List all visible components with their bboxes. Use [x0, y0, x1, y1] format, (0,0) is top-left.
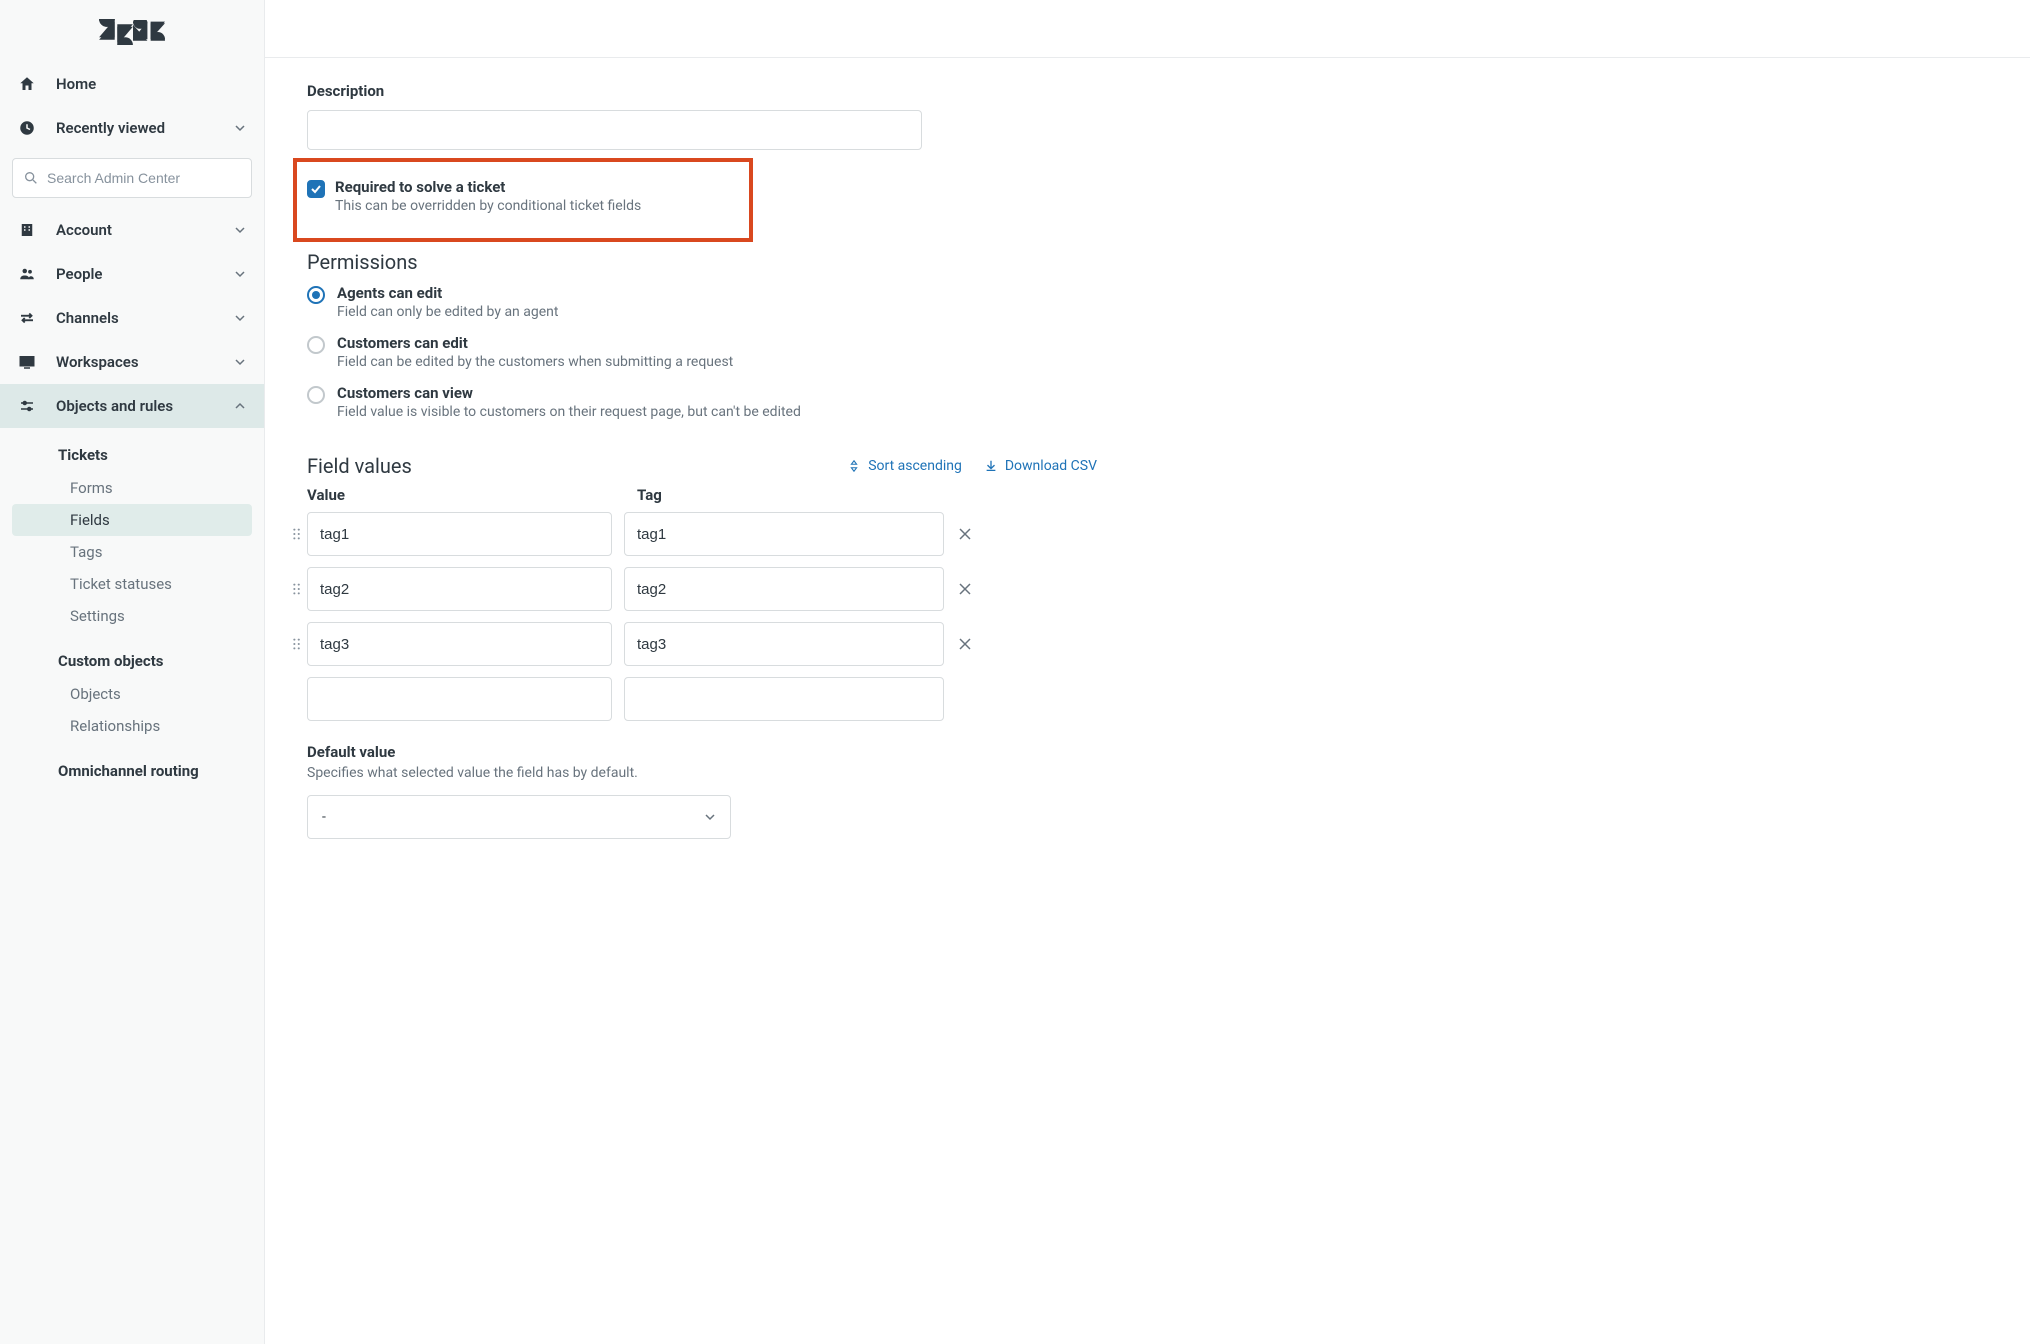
- radio-customers-edit-sub: Field can be edited by the customers whe…: [337, 354, 733, 370]
- value-row: [287, 622, 1077, 666]
- field-values-title: Field values: [307, 454, 412, 478]
- value-input[interactable]: [307, 567, 612, 611]
- nav-objects-rules-label: Objects and rules: [56, 397, 232, 415]
- radio-agents-edit-title: Agents can edit: [337, 284, 558, 302]
- chevron-down-icon: [232, 224, 248, 236]
- monitor-icon: [18, 353, 56, 371]
- search-input[interactable]: [47, 170, 241, 186]
- search-input-wrap[interactable]: [12, 158, 252, 198]
- value-row: [287, 567, 1077, 611]
- description-input[interactable]: [307, 110, 922, 150]
- tag-input[interactable]: [624, 512, 944, 556]
- subnav-settings[interactable]: Settings: [12, 600, 252, 632]
- chevron-up-icon: [232, 400, 248, 412]
- remove-row-button[interactable]: [958, 582, 972, 596]
- value-row: [287, 512, 1077, 556]
- download-icon: [984, 459, 998, 473]
- remove-row-button[interactable]: [958, 527, 972, 541]
- nav-recently-viewed[interactable]: Recently viewed: [0, 106, 264, 150]
- radio-agents-edit[interactable]: [307, 286, 325, 304]
- description-label: Description: [307, 82, 1365, 100]
- col-header-value: Value: [307, 486, 637, 504]
- subnav-tags[interactable]: Tags: [12, 536, 252, 568]
- required-title: Required to solve a ticket: [335, 178, 641, 196]
- required-subtitle: This can be overridden by conditional ti…: [335, 198, 641, 214]
- drag-handle-icon[interactable]: [287, 527, 307, 541]
- nav-recently-viewed-label: Recently viewed: [56, 119, 232, 137]
- download-csv-button[interactable]: Download CSV: [984, 458, 1097, 474]
- chevron-down-icon: [704, 811, 716, 823]
- close-icon: [958, 637, 972, 651]
- drag-handle-icon[interactable]: [287, 637, 307, 651]
- search-icon: [23, 170, 39, 186]
- value-input[interactable]: [307, 512, 612, 556]
- main-content: Description Required to solve a ticket T…: [265, 0, 2030, 1344]
- nav-channels-label: Channels: [56, 309, 232, 327]
- sort-ascending-label: Sort ascending: [868, 458, 962, 474]
- subnav-fields[interactable]: Fields: [12, 504, 252, 536]
- col-header-tag: Tag: [637, 486, 967, 504]
- value-input-blank[interactable]: [307, 677, 612, 721]
- default-value-select[interactable]: -: [307, 795, 731, 839]
- default-value-sub: Specifies what selected value the field …: [307, 765, 1365, 781]
- nav-people-label: People: [56, 265, 232, 283]
- chevron-down-icon: [232, 122, 248, 134]
- required-checkbox[interactable]: [307, 180, 325, 198]
- sliders-icon: [18, 397, 56, 415]
- subnav-objects-rules: Tickets Forms Fields Tags Ticket statuse…: [0, 428, 264, 794]
- nav-workspaces-label: Workspaces: [56, 353, 232, 371]
- people-icon: [18, 265, 56, 283]
- sort-icon: [847, 459, 861, 473]
- subnav-relationships[interactable]: Relationships: [12, 710, 252, 742]
- chevron-down-icon: [232, 268, 248, 280]
- home-icon: [18, 75, 56, 93]
- default-value-title: Default value: [307, 743, 1365, 761]
- tag-input-blank[interactable]: [624, 677, 944, 721]
- nav-account-label: Account: [56, 221, 232, 239]
- radio-agents-edit-sub: Field can only be edited by an agent: [337, 304, 558, 320]
- subnav-heading-tickets: Tickets: [0, 438, 264, 472]
- value-row-blank: [307, 677, 1097, 721]
- radio-customers-view[interactable]: [307, 386, 325, 404]
- sort-ascending-button[interactable]: Sort ascending: [847, 458, 962, 474]
- subnav-forms[interactable]: Forms: [12, 472, 252, 504]
- subnav-heading-custom-objects: Custom objects: [0, 644, 264, 678]
- required-highlight: Required to solve a ticket This can be o…: [293, 158, 753, 242]
- nav-workspaces[interactable]: Workspaces: [0, 340, 264, 384]
- radio-customers-view-title: Customers can view: [337, 384, 801, 402]
- tag-input[interactable]: [624, 567, 944, 611]
- nav-account[interactable]: Account: [0, 208, 264, 252]
- building-icon: [18, 221, 56, 239]
- nav-home-label: Home: [56, 75, 248, 93]
- remove-row-button[interactable]: [958, 637, 972, 651]
- sidebar: Home Recently viewed Account People Chan…: [0, 0, 265, 1344]
- chevron-down-icon: [232, 312, 248, 324]
- radio-customers-edit[interactable]: [307, 336, 325, 354]
- zendesk-logo: [0, 8, 264, 56]
- nav-people[interactable]: People: [0, 252, 264, 296]
- default-value-selected: -: [322, 809, 326, 825]
- nav-home[interactable]: Home: [0, 62, 264, 106]
- download-csv-label: Download CSV: [1005, 458, 1097, 474]
- subnav-ticket-statuses[interactable]: Ticket statuses: [12, 568, 252, 600]
- close-icon: [958, 582, 972, 596]
- close-icon: [958, 527, 972, 541]
- radio-customers-edit-title: Customers can edit: [337, 334, 733, 352]
- nav-channels[interactable]: Channels: [0, 296, 264, 340]
- drag-handle-icon[interactable]: [287, 582, 307, 596]
- permissions-title: Permissions: [307, 250, 1365, 274]
- top-bar: [265, 0, 2030, 58]
- channels-icon: [18, 309, 56, 327]
- subnav-objects[interactable]: Objects: [12, 678, 252, 710]
- clock-icon: [18, 119, 56, 137]
- value-input[interactable]: [307, 622, 612, 666]
- subnav-heading-omnichannel: Omnichannel routing: [0, 754, 264, 788]
- nav-objects-rules[interactable]: Objects and rules: [0, 384, 264, 428]
- chevron-down-icon: [232, 356, 248, 368]
- radio-customers-view-sub: Field value is visible to customers on t…: [337, 404, 801, 420]
- check-icon: [310, 183, 322, 195]
- tag-input[interactable]: [624, 622, 944, 666]
